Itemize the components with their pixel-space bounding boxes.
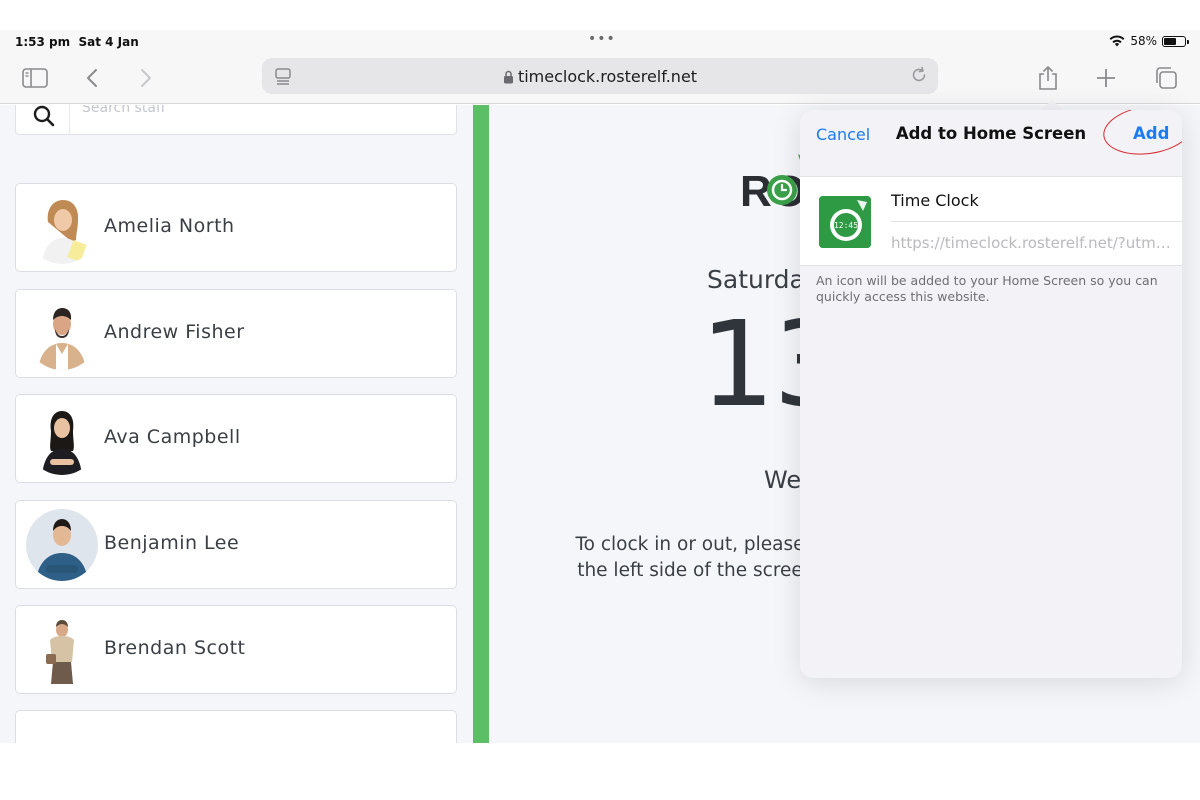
app-url-text: https://timeclock.rosterelf.net/?utm_sou… [891, 234, 1173, 252]
url-display[interactable]: timeclock.rosterelf.net [262, 67, 938, 86]
sidebar-icon [22, 68, 48, 88]
staff-name: Amelia North [104, 215, 235, 237]
back-button[interactable] [77, 63, 107, 93]
sidebar-toggle-button[interactable] [20, 63, 50, 93]
battery-percent: 58% [1130, 34, 1157, 48]
app-icon-clock-text: 12:45 [834, 221, 858, 230]
reload-icon[interactable] [910, 66, 928, 84]
staff-card-benjamin-lee[interactable]: Benjamin Lee [15, 500, 457, 589]
share-icon [1039, 66, 1057, 90]
staff-list-panel: Search staff Amelia North Andrew Fisher [0, 105, 473, 743]
browser-toolbar: timeclock.rosterelf.net [0, 54, 1200, 104]
plus-icon [1097, 69, 1115, 87]
status-time: 1:53 pm Sat 4 Jan [15, 35, 139, 49]
add-to-home-screen-popover: Cancel Add to Home Screen Add 12:45 Time… [800, 110, 1182, 678]
chevron-right-icon [141, 69, 151, 87]
tabs-icon [1156, 67, 1177, 89]
person-photo-icon [46, 620, 74, 684]
instruction-line-1: To clock in or out, please [575, 534, 805, 555]
field-separator [891, 221, 1182, 222]
wifi-icon [1109, 35, 1125, 47]
address-bar[interactable]: timeclock.rosterelf.net [262, 58, 938, 94]
staff-card-andrew-fisher[interactable]: Andrew Fisher [15, 289, 457, 378]
search-icon [33, 105, 55, 127]
chevron-left-icon [87, 69, 97, 87]
person-photo-icon [42, 200, 87, 264]
staff-name: Benjamin Lee [104, 532, 240, 554]
status-bar: 1:53 pm Sat 4 Jan ••• 58% [0, 30, 1200, 54]
avatar [26, 614, 98, 686]
popover-header: Cancel Add to Home Screen Add [800, 110, 1182, 176]
welcome-heading: We [764, 466, 802, 494]
search-divider [69, 105, 70, 134]
app-name-field[interactable]: Time Clock [891, 191, 979, 210]
new-tab-button[interactable] [1091, 63, 1121, 93]
staff-name: Ava Campbell [104, 426, 241, 448]
staff-card-ava-campbell[interactable]: Ava Campbell [15, 394, 457, 483]
forward-button[interactable] [131, 63, 161, 93]
avatar [26, 192, 98, 264]
instruction-line-2: the left side of the scree [577, 560, 803, 581]
staff-name: Andrew Fisher [104, 321, 245, 343]
avatar [26, 509, 98, 581]
app-preview-icon: 12:45 [819, 196, 871, 248]
search-placeholder: Search staff [82, 105, 166, 116]
person-photo-icon [36, 519, 88, 581]
multitasking-dots-icon[interactable]: ••• [588, 31, 616, 47]
person-photo-icon [38, 308, 86, 370]
home-screen-form: 12:45 Time Clock https://timeclock.roste… [800, 176, 1182, 266]
home-screen-note: An icon will be added to your Home Scree… [816, 273, 1158, 304]
staff-card-partial[interactable] [15, 710, 457, 743]
staff-card-brendan-scott[interactable]: Brendan Scott [15, 605, 457, 694]
tabs-overview-button[interactable] [1151, 63, 1181, 93]
avatar [26, 403, 98, 475]
staff-name: Brendan Scott [104, 637, 246, 659]
brand-divider-bar [473, 105, 489, 743]
avatar [26, 298, 98, 370]
lock-icon [503, 70, 513, 84]
share-button[interactable] [1033, 63, 1063, 93]
person-photo-icon [42, 411, 82, 475]
clock-instructions: To clock in or out, please the left side… [560, 532, 820, 584]
battery-icon [1162, 35, 1189, 47]
status-right: 58% [1109, 34, 1189, 48]
search-staff-field[interactable]: Search staff [15, 105, 457, 135]
annotation-circle [1100, 110, 1182, 161]
staff-card-amelia-north[interactable]: Amelia North [15, 183, 457, 272]
